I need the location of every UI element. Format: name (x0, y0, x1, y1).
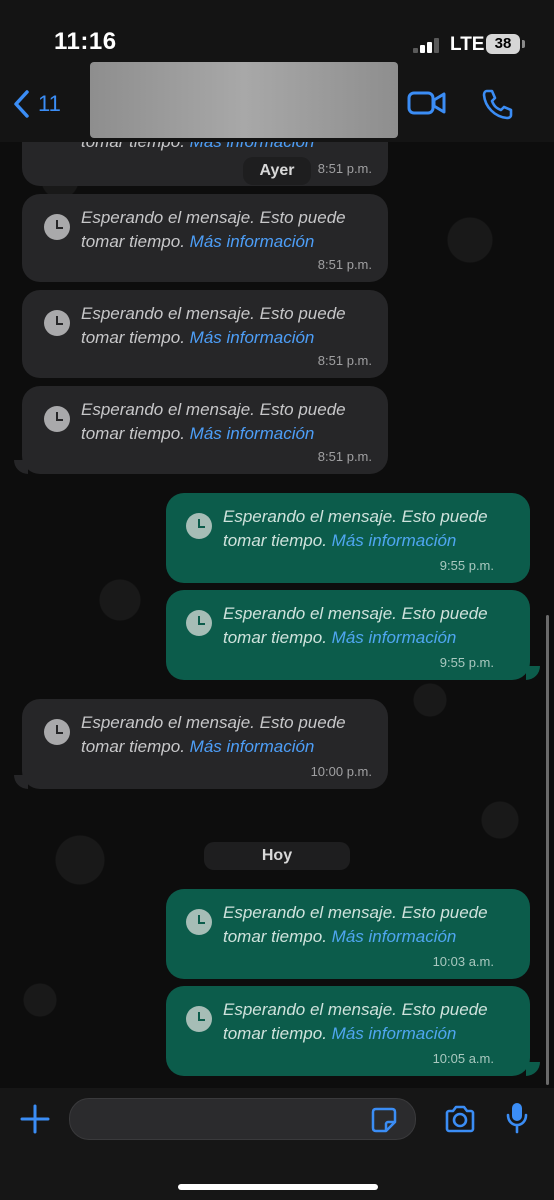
message-time: 9:55 p.m. (439, 558, 494, 573)
clock-icon (44, 214, 70, 240)
message-text: Esperando el mensaje. Esto puede tomar t… (81, 208, 346, 251)
home-indicator (178, 1184, 378, 1190)
clock-icon (186, 909, 212, 935)
message-time: 10:00 p.m. (310, 764, 372, 779)
video-camera-icon[interactable] (407, 90, 447, 116)
message-bubble[interactable]: Esperando el mensaje. Esto puede tomar t… (22, 386, 388, 474)
message-text: Esperando el mensaje. Esto puede tomar t… (81, 304, 346, 347)
more-info-link[interactable]: Más información (332, 531, 457, 550)
message-time: 9:55 p.m. (439, 655, 494, 670)
message-time: 8:51 p.m. (317, 161, 372, 176)
date-separator-today: Hoy (204, 842, 350, 870)
clock-icon (44, 310, 70, 336)
battery-icon: 38 (486, 34, 520, 54)
message-time: 8:51 p.m. (317, 449, 372, 464)
contact-name-redacted[interactable] (90, 62, 398, 138)
message-text: Esperando el mensaje. Esto puede tomar t… (223, 507, 488, 550)
clock-icon (186, 513, 212, 539)
message-text: Esperando el mensaje. Esto puede tomar t… (81, 713, 346, 756)
message-bubble[interactable]: Esperando el mensaje. Esto puede tomar t… (22, 699, 388, 789)
message-time: 10:05 a.m. (432, 1051, 494, 1066)
microphone-icon[interactable] (505, 1101, 529, 1135)
more-info-link[interactable]: Más información (190, 424, 315, 443)
message-bubble[interactable]: Esperando el mensaje. Esto puede tomar t… (166, 493, 530, 583)
date-separator-yesterday: Ayer (243, 157, 311, 185)
camera-icon[interactable] (444, 1105, 476, 1133)
message-text: Esperando el mensaje. Esto puede tomar t… (223, 903, 488, 946)
phone-icon[interactable] (481, 88, 513, 120)
more-info-link[interactable]: Más información (332, 927, 457, 946)
message-time: 8:51 p.m. (317, 353, 372, 368)
composer-bar (0, 1088, 554, 1200)
more-info-link[interactable]: Más información (190, 328, 315, 347)
clock-icon (186, 1006, 212, 1032)
back-button[interactable]: 11 (12, 86, 61, 122)
plus-icon[interactable] (20, 1104, 50, 1134)
message-bubble[interactable]: Esperando el mensaje. Esto puede tomar t… (166, 986, 530, 1076)
chat-header: 11 (0, 62, 554, 142)
more-info-link[interactable]: Más información (332, 1024, 457, 1043)
message-bubble[interactable]: Esperando el mensaje. Esto puede tomar t… (22, 290, 388, 378)
chevron-left-icon (14, 90, 29, 118)
network-type: LTE (450, 34, 485, 55)
more-info-link[interactable]: Más información (190, 232, 315, 251)
signal-strength-icon (413, 37, 443, 53)
message-bubble[interactable]: Esperando el mensaje. Esto puede tomar t… (166, 889, 530, 979)
sticker-icon[interactable] (371, 1107, 397, 1133)
message-time: 8:51 p.m. (317, 257, 372, 272)
message-text: Esperando el mensaje. Esto puede tomar t… (223, 604, 488, 647)
message-text: Esperando el mensaje. Esto puede tomar t… (81, 400, 346, 443)
more-info-link[interactable]: Más información (332, 628, 457, 647)
message-bubble[interactable]: Esperando el mensaje. Esto puede tomar t… (166, 590, 530, 680)
clock-icon (44, 719, 70, 745)
clock-icon (44, 406, 70, 432)
message-text: Esperando el mensaje. Esto puede tomar t… (223, 1000, 488, 1043)
scrollbar[interactable] (546, 615, 549, 1085)
message-input[interactable] (69, 1098, 416, 1140)
clock-icon (186, 610, 212, 636)
status-bar: 11:16 LTE 38 (0, 0, 554, 62)
more-info-link[interactable]: Más información (190, 737, 315, 756)
message-bubble[interactable]: Esperando el mensaje. Esto puede tomar t… (22, 194, 388, 282)
unread-count: 11 (38, 91, 61, 116)
message-time: 10:03 a.m. (432, 954, 494, 969)
status-time: 11:16 (54, 28, 117, 55)
battery-tip (522, 40, 525, 48)
